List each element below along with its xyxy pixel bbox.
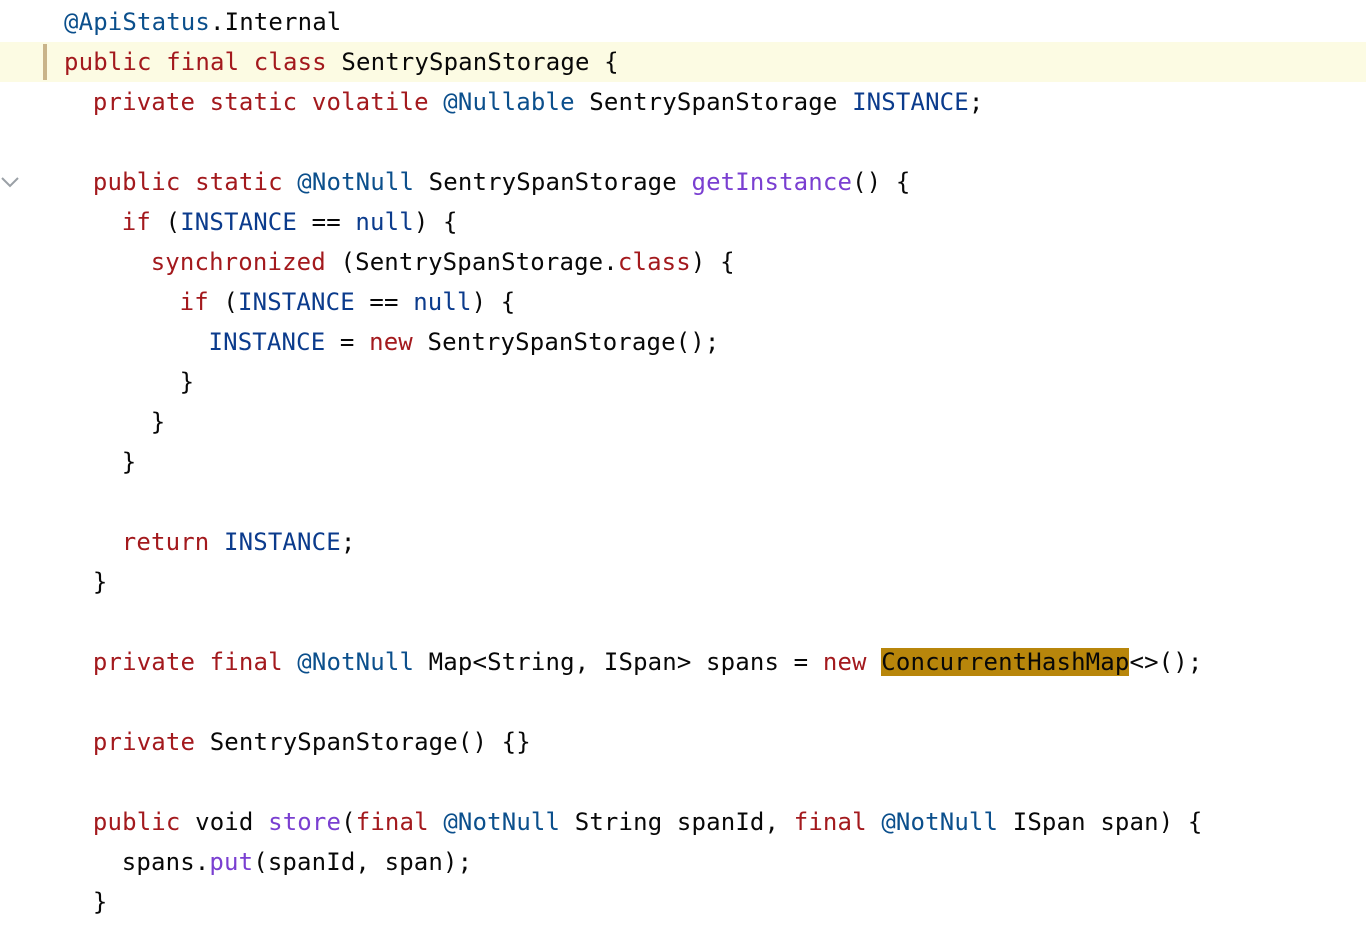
code-token: synchronized	[150, 248, 326, 276]
code-token: store	[268, 808, 342, 836]
code-token: public	[92, 808, 181, 836]
code-token: INSTANCE	[208, 328, 326, 356]
code-editor[interactable]: @ApiStatus.Internal public final class Se…	[0, 0, 1366, 940]
code-token: new	[369, 328, 413, 356]
code-token: INSTANCE	[180, 208, 297, 236]
code-token: class	[617, 248, 691, 276]
code-token: new	[822, 648, 867, 676]
code-line[interactable]: private SentrySpanStorage() {}	[0, 722, 1366, 762]
code-line[interactable]	[0, 482, 1366, 522]
code-token: getInstance	[691, 168, 853, 196]
code-line[interactable]: @ApiStatus.Internal	[0, 2, 1366, 42]
code-token: SentrySpanStorage() {}	[195, 728, 531, 756]
code-token: final	[793, 808, 867, 836]
code-token: () {	[852, 168, 911, 196]
code-token: =	[325, 328, 370, 356]
code-line[interactable]: if (INSTANCE == null) {	[0, 282, 1366, 322]
code-line[interactable]	[0, 682, 1366, 722]
code-line[interactable]: }	[0, 562, 1366, 602]
code-line[interactable]: public void store(final @NotNull String …	[0, 802, 1366, 842]
code-token: (spanId, span);	[253, 848, 473, 876]
code-token: private static volatile	[92, 88, 444, 116]
code-token: ==	[354, 288, 414, 316]
code-token: spans.	[121, 848, 210, 876]
code-line[interactable]: return INSTANCE;	[0, 522, 1366, 562]
code-token: ) {	[690, 248, 735, 276]
code-line[interactable]: private final @NotNull Map<String, ISpan…	[0, 642, 1366, 682]
code-line[interactable]: INSTANCE = new SentrySpanStorage();	[0, 322, 1366, 362]
code-token: }	[92, 888, 108, 916]
code-token: @ApiStatus	[64, 8, 210, 36]
code-line-current[interactable]: public final class SentrySpanStorage {	[0, 42, 1366, 82]
code-area[interactable]: @ApiStatus.Internal public final class Se…	[0, 0, 1366, 940]
code-token: INSTANCE	[852, 88, 969, 116]
code-line[interactable]: }	[0, 442, 1366, 482]
code-token: private final	[92, 648, 298, 676]
search-highlight-token: ConcurrentHashMap	[881, 648, 1130, 676]
code-token: void	[180, 808, 269, 836]
code-token: @NotNull	[297, 648, 415, 676]
code-line[interactable]: }	[0, 362, 1366, 402]
code-token: @Nullable	[443, 88, 575, 116]
code-line[interactable]: if (INSTANCE == null) {	[0, 202, 1366, 242]
code-token: SentrySpanStorage {	[341, 48, 619, 76]
code-token: ;	[968, 88, 984, 116]
code-line[interactable]: synchronized (SentrySpanStorage.class) {	[0, 242, 1366, 282]
code-line[interactable]	[0, 602, 1366, 642]
code-token: }	[150, 408, 166, 436]
code-token: }	[179, 368, 195, 396]
code-line[interactable]: }	[0, 882, 1366, 922]
code-token: .Internal	[210, 8, 342, 36]
code-token: (	[151, 208, 181, 236]
code-token: ==	[297, 208, 356, 236]
code-line[interactable]	[0, 762, 1366, 802]
code-token: @NotNull	[297, 168, 415, 196]
code-token: public static	[92, 168, 298, 196]
code-token: private	[92, 728, 196, 756]
code-token: ) {	[413, 208, 458, 236]
code-token: ) {	[471, 288, 516, 316]
code-token: INSTANCE	[238, 288, 355, 316]
code-token: @NotNull	[443, 808, 561, 836]
code-token: null	[355, 208, 414, 236]
code-token: <>();	[1129, 648, 1203, 676]
code-token: null	[413, 288, 472, 316]
code-token: ;	[340, 528, 356, 556]
code-line[interactable]: public static @NotNull SentrySpanStorage…	[0, 162, 1366, 202]
code-token: (	[341, 808, 356, 836]
code-token: (SentrySpanStorage.	[325, 248, 618, 276]
code-token: SentrySpanStorage	[574, 88, 853, 116]
code-line[interactable]: }	[0, 402, 1366, 442]
code-token: SentrySpanStorage();	[412, 328, 720, 356]
code-token: public final class	[64, 48, 342, 76]
code-token: return	[121, 528, 210, 556]
code-token: @NotNull	[881, 808, 999, 836]
code-token: String spanId,	[560, 808, 794, 836]
code-line[interactable]: private static volatile @Nullable Sentry…	[0, 82, 1366, 122]
code-token: SentrySpanStorage	[414, 168, 692, 196]
code-token: ISpan span) {	[998, 808, 1203, 836]
code-line[interactable]	[0, 122, 1366, 162]
code-token: }	[121, 448, 137, 476]
code-token: if	[179, 288, 209, 316]
code-token: }	[92, 568, 108, 596]
code-token: (	[208, 288, 238, 316]
code-token: if	[121, 208, 151, 236]
code-line[interactable]: spans.put(spanId, span);	[0, 842, 1366, 882]
code-token: final	[355, 808, 429, 836]
code-token: INSTANCE	[224, 528, 341, 556]
code-token: Map<String, ISpan> spans =	[414, 648, 823, 676]
code-token: put	[209, 848, 254, 876]
